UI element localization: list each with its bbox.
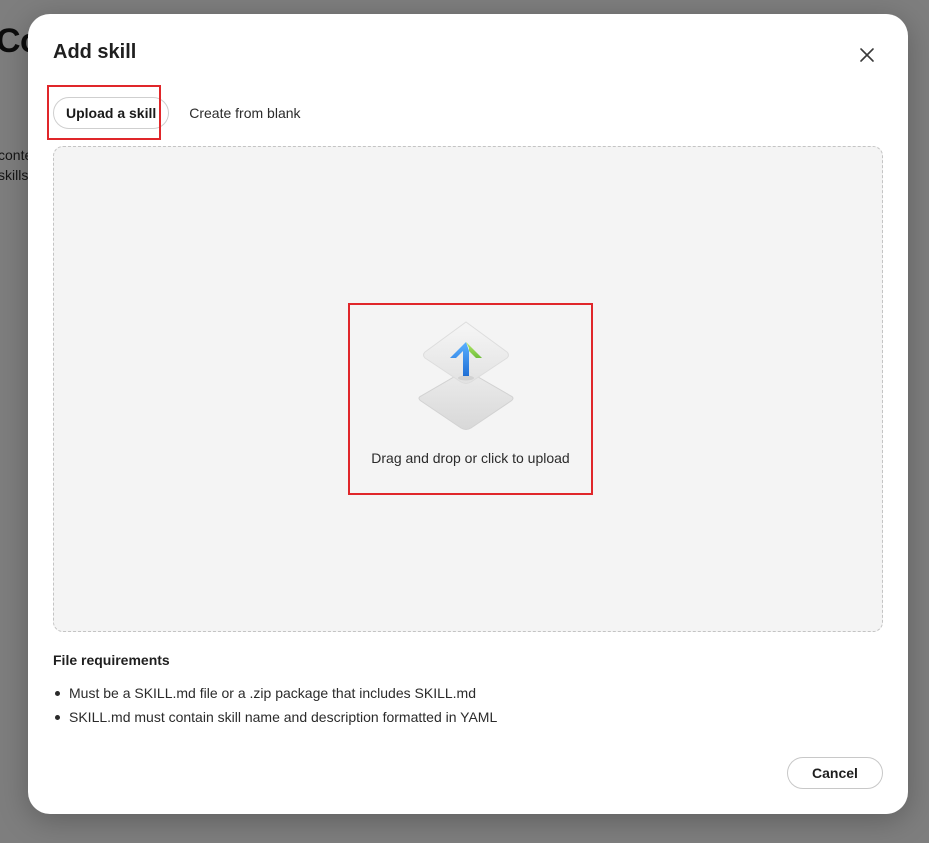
file-requirements-list: Must be a SKILL.md file or a .zip packag… (53, 684, 497, 732)
tab-create-from-blank[interactable]: Create from blank (177, 97, 312, 129)
close-button[interactable] (854, 42, 880, 68)
dropzone-instruction: Drag and drop or click to upload (371, 450, 570, 466)
tab-upload-a-skill[interactable]: Upload a skill (53, 97, 170, 129)
list-item: SKILL.md must contain skill name and des… (53, 708, 497, 732)
list-item: Must be a SKILL.md file or a .zip packag… (53, 684, 497, 708)
dialog-title: Add skill (53, 41, 137, 63)
upload-icon (418, 321, 514, 430)
add-skill-dialog: Add skill Upload a skill Create from bla… (28, 14, 908, 814)
close-icon (860, 48, 874, 62)
cancel-button[interactable]: Cancel (787, 757, 883, 789)
file-requirements-heading: File requirements (53, 652, 170, 668)
tab-bar: Upload a skill Create from blank (53, 96, 313, 130)
